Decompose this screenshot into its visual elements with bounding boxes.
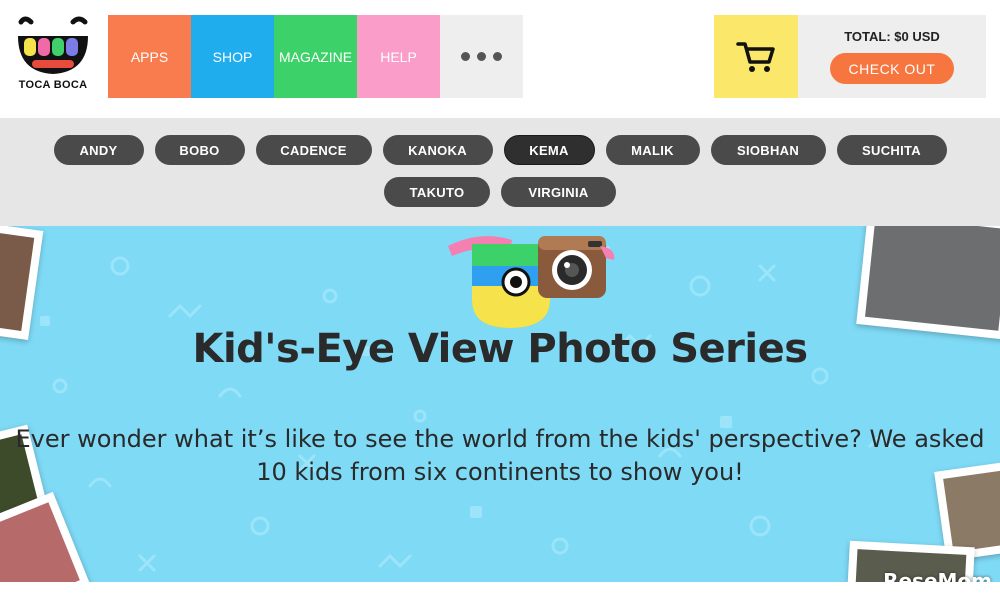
nav-help[interactable]: HELP [357,15,440,98]
kid-filter-malik[interactable]: MALIK [605,135,700,165]
toca-boca-face-icon [18,16,88,74]
hero-banner: Kid's-Eye View Photo Series Ever wonder … [0,226,1000,597]
kid-photo[interactable] [856,226,1000,340]
page-bottom-strip [0,582,1000,597]
page-title: Kid's-Eye View Photo Series [192,326,808,372]
hero-subtitle-line1: Ever wonder what it’s like to see the wo… [15,425,985,453]
shopping-cart-icon [736,41,775,72]
checkout-button[interactable]: CHECK OUT [830,53,954,84]
toca-boca-logo[interactable]: TOCA BOCA [13,14,93,96]
kid-filter-row: TAKUTO VIRGINIA [0,177,1000,207]
kid-filter-andy[interactable]: ANDY [53,135,144,165]
nav-apps[interactable]: APPS [108,15,191,98]
hero-subtitle-line2: 10 kids from six continents to show you! [256,458,744,486]
kid-filter-siobhan[interactable]: SIOBHAN [710,135,826,165]
camera-mascot-icon [448,236,615,328]
cart-total: TOTAL: $0 USD [844,29,940,44]
site-header: TOCA BOCA APPS SHOP MAGAZINE HELP TOTAL:… [0,0,1000,118]
more-dots-icon[interactable] [440,15,523,98]
kid-filter-takuto[interactable]: TAKUTO [384,177,490,207]
kid-filter-suchita[interactable]: SUCHITA [836,135,947,165]
kid-filter-bobo[interactable]: BOBO [154,135,245,165]
nav-magazine[interactable]: MAGAZINE [274,15,357,98]
kid-filter-bar: ANDY BOBO CADENCE KANOKA KEMA MALIK SIOB… [0,118,1000,226]
cart-summary: TOTAL: $0 USD CHECK OUT [798,15,986,98]
hero-subtitle: Ever wonder what it’s like to see the wo… [10,423,990,489]
kid-filter-virginia[interactable]: VIRGINIA [501,177,616,207]
kid-filter-kanoka[interactable]: KANOKA [382,135,493,165]
kid-filter-row: ANDY BOBO CADENCE KANOKA KEMA MALIK SIOB… [0,135,1000,165]
main-nav: APPS SHOP MAGAZINE HELP [108,15,523,98]
kid-filter-cadence[interactable]: CADENCE [255,135,372,165]
cart-button[interactable] [714,15,798,98]
brand-name: TOCA BOCA [18,79,88,91]
kid-filter-kema[interactable]: KEMA [503,135,595,165]
nav-shop[interactable]: SHOP [191,15,274,98]
